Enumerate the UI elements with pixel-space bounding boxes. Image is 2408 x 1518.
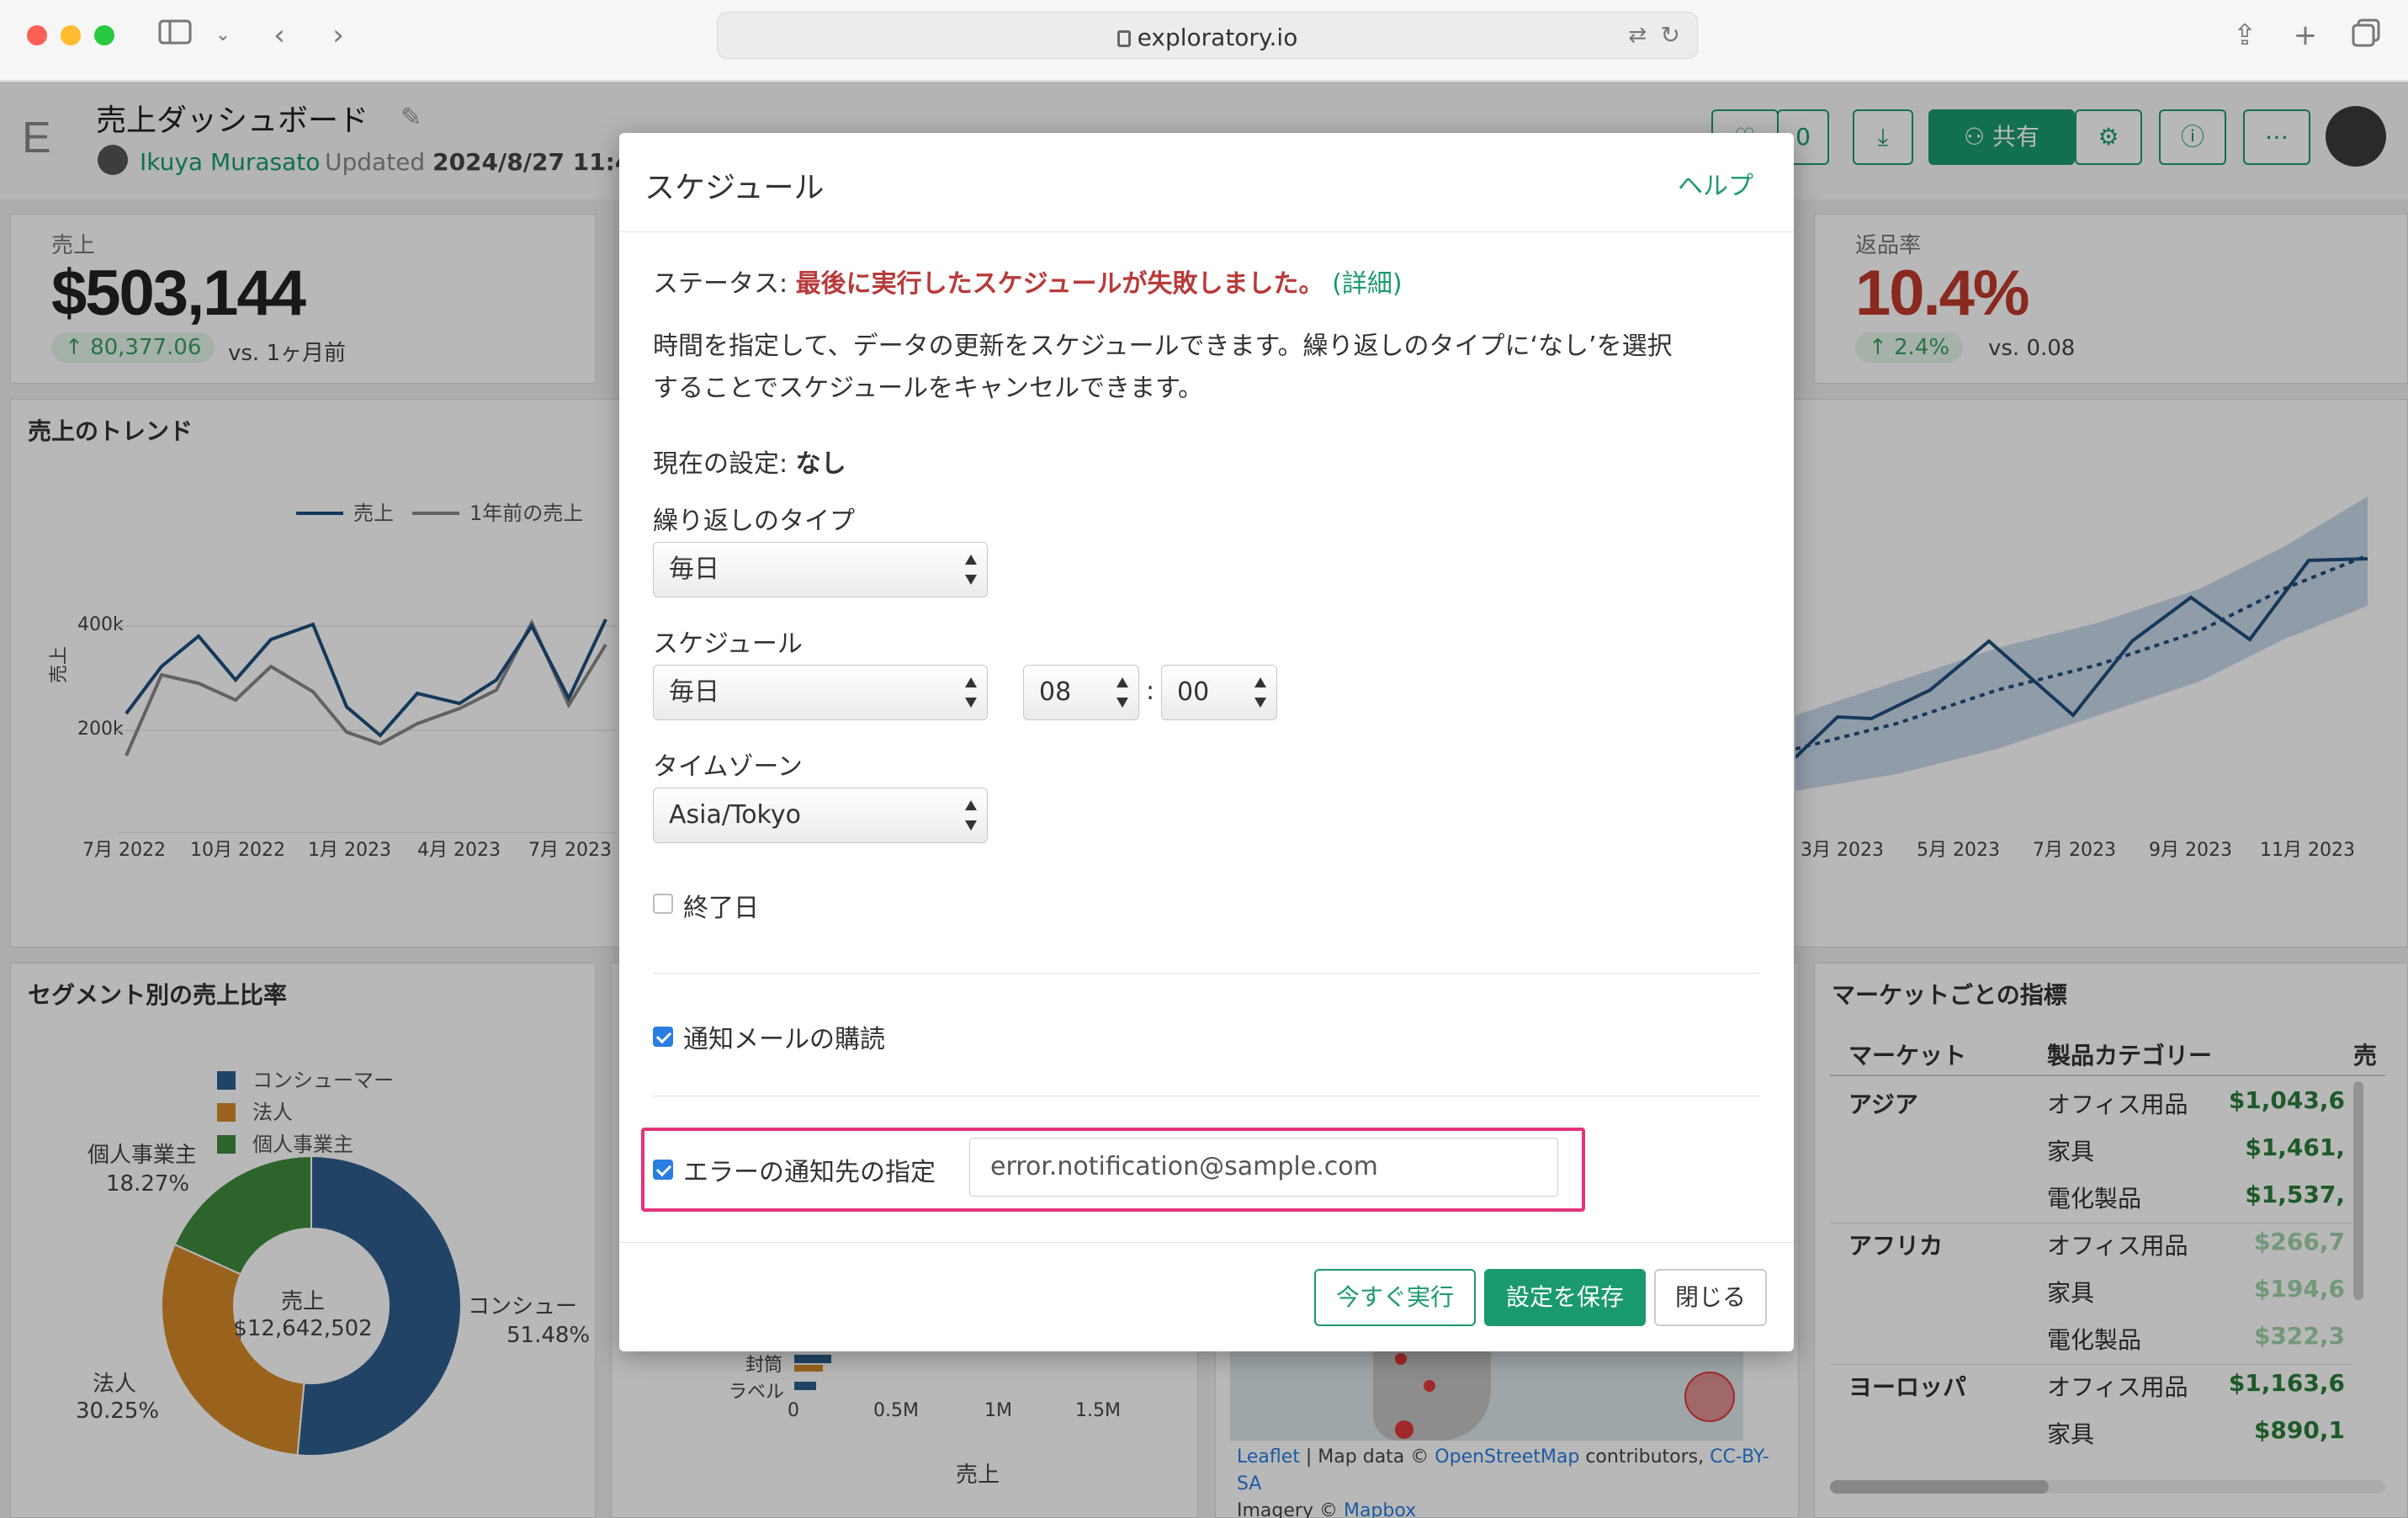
dialog-header: スケジュール ヘルプ xyxy=(619,133,1794,232)
end-date-label: 終了日 xyxy=(683,894,759,923)
minimize-window-button[interactable] xyxy=(61,25,81,45)
status-line: ステータス: 最後に実行したスケジュールが失敗しました。 (詳細) xyxy=(653,263,1403,300)
repeat-type-select[interactable]: 毎日 xyxy=(653,542,988,597)
close-button[interactable]: 閉じる xyxy=(1654,1269,1767,1326)
status-detail-link[interactable]: (詳細) xyxy=(1332,269,1402,299)
end-date-checkbox[interactable] xyxy=(653,894,673,914)
select-arrows-icon xyxy=(965,800,977,831)
timezone-label: タイムゾーン xyxy=(653,752,803,782)
schedule-select[interactable]: 毎日 xyxy=(653,665,988,720)
current-setting: 現在の設定: なし xyxy=(653,449,846,479)
time-separator: : xyxy=(1146,677,1155,706)
hour-select[interactable]: 08 xyxy=(1023,665,1139,720)
timezone-select[interactable]: Asia/Tokyo xyxy=(653,788,988,843)
error-email-input[interactable]: error.notification@sample.com xyxy=(969,1138,1558,1197)
error-notify-label: エラーの通知先の指定 xyxy=(683,1158,936,1187)
back-icon[interactable]: ‹ xyxy=(264,19,294,52)
divider xyxy=(653,973,1760,974)
lock-icon xyxy=(1116,30,1131,47)
maximize-window-button[interactable] xyxy=(94,25,114,45)
dialog-title: スケジュール xyxy=(644,171,825,205)
dialog-footer-divider xyxy=(619,1242,1794,1243)
minute-select[interactable]: 00 xyxy=(1161,665,1277,720)
run-now-button[interactable]: 今すぐ実行 xyxy=(1314,1269,1476,1326)
save-settings-button[interactable]: 設定を保存 xyxy=(1484,1269,1646,1326)
sidebar-toggle-icon[interactable] xyxy=(156,19,194,52)
new-tab-icon[interactable]: + xyxy=(2289,19,2322,52)
repeat-type-label: 繰り返しのタイプ xyxy=(653,507,855,536)
tab-overview-icon[interactable] xyxy=(2349,19,2383,52)
url-text: exploratory.io xyxy=(1137,24,1298,51)
subscribe-label: 通知メールの購読 xyxy=(683,1025,885,1054)
error-notify-checkbox[interactable] xyxy=(653,1160,673,1180)
translate-icon[interactable]: ⇄ xyxy=(1628,23,1647,48)
browser-toolbar: ⌄ ‹ › exploratory.io ⇄ ↻ ⇪ + xyxy=(0,0,2408,81)
description-line-1: 時間を指定して、データの更新をスケジュールできます。繰り返しのタイプに‘なし’を… xyxy=(653,332,1673,361)
address-bar[interactable]: exploratory.io ⇄ ↻ xyxy=(717,12,1698,59)
forward-icon[interactable]: › xyxy=(323,19,353,52)
select-arrows-icon xyxy=(1254,677,1266,708)
reload-icon[interactable]: ↻ xyxy=(1661,21,1680,49)
schedule-label: スケジュール xyxy=(653,629,803,659)
description-line-2: することでスケジュールをキャンセルできます。 xyxy=(653,374,1203,403)
select-arrows-icon xyxy=(965,677,977,708)
status-label: ステータス: xyxy=(653,269,788,299)
close-window-button[interactable] xyxy=(27,25,47,45)
subscribe-checkbox[interactable] xyxy=(653,1027,673,1047)
status-message: 最後に実行したスケジュールが失敗しました。 xyxy=(795,269,1324,299)
share-icon[interactable]: ⇪ xyxy=(2228,19,2262,52)
select-arrows-icon xyxy=(1116,677,1128,708)
select-arrows-icon xyxy=(965,555,977,585)
chevron-down-icon[interactable]: ⌄ xyxy=(210,19,236,52)
help-link[interactable]: ヘルプ xyxy=(1678,165,1753,202)
